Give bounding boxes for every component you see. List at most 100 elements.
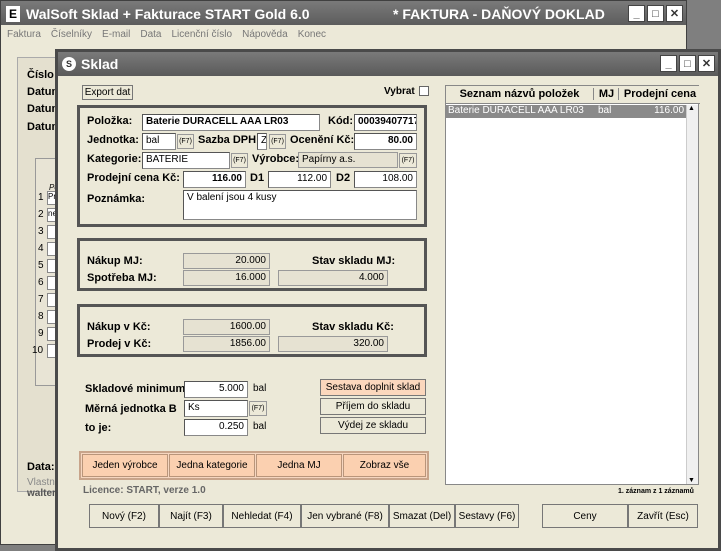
spotreba-mj-value: 16.000 <box>183 270 270 286</box>
sestava-doplnit-button[interactable]: Sestava doplnit sklad <box>320 379 426 396</box>
back-row-number: 10 <box>32 345 44 356</box>
menu-licence[interactable]: Licenční číslo <box>172 29 233 40</box>
ceny-button[interactable]: Ceny <box>542 504 628 528</box>
jen-vybrane-button[interactable]: Jen vybrané (F8) <box>301 504 389 528</box>
close-icon[interactable]: ✕ <box>666 5 683 22</box>
list-header: Seznam názvů položek MJ Prodejní cena <box>446 86 700 104</box>
filter-mj-button[interactable]: Jedna MJ <box>256 454 342 477</box>
back-window-title: WalSoft Sklad + Fakturace START Gold 6.0 <box>26 6 310 22</box>
menu-email[interactable]: E-mail <box>102 29 130 40</box>
back-row-number: 4 <box>38 243 44 254</box>
vydej-button[interactable]: Výdej ze skladu <box>320 417 426 434</box>
novy-button[interactable]: Nový (F2) <box>89 504 159 528</box>
mj-panel: Nákup MJ: 20.000 Spotřeba MJ: 16.000 Sta… <box>77 238 427 291</box>
minimum-label: Skladové minimum: <box>85 383 189 395</box>
back-row-number: 5 <box>38 260 44 271</box>
filter-vse-button[interactable]: Zobraz vše <box>343 454 426 477</box>
toje-unit: bal <box>253 421 267 432</box>
jednotka-input[interactable]: bal <box>142 133 176 150</box>
d1-label: D1 <box>250 172 265 184</box>
sklad-minimize-icon[interactable]: _ <box>660 55 677 72</box>
poznamka-input[interactable]: V balení jsou 4 kusy <box>183 190 417 220</box>
item-list[interactable]: Seznam názvů položek MJ Prodejní cena Ba… <box>445 85 700 485</box>
table-row[interactable]: Baterie DURACELL AAA LR03 bal 116.00 <box>446 105 686 118</box>
dph-input[interactable]: Z <box>257 133 267 150</box>
minimum-input[interactable]: 5.000 <box>184 381 248 398</box>
vyrobce-input[interactable]: Papírny a.s. <box>298 152 398 168</box>
polozka-input[interactable]: Baterie DURACELL AAA LR03 <box>142 114 320 131</box>
sklad-close-icon[interactable]: ✕ <box>698 55 715 72</box>
back-row-number: 6 <box>38 277 44 288</box>
sestavy-button[interactable]: Sestavy (F6) <box>455 504 519 528</box>
najit-button[interactable]: Najít (F3) <box>159 504 223 528</box>
vybrat-checkbox[interactable] <box>419 86 429 96</box>
merna-input[interactable]: Ks <box>184 400 248 417</box>
menu-faktura[interactable]: Faktura <box>7 29 41 40</box>
back-row-number: 8 <box>38 311 44 322</box>
menu-data[interactable]: Data <box>140 29 161 40</box>
nakup-mj-value: 20.000 <box>183 253 270 269</box>
nehledat-button[interactable]: Nehledat (F4) <box>223 504 301 528</box>
d2-input[interactable]: 108.00 <box>354 171 417 188</box>
scroll-up-icon[interactable]: ▲ <box>688 105 695 112</box>
filter-kategorie-button[interactable]: Jedna kategorie <box>169 454 255 477</box>
toje-label: to je: <box>85 422 112 434</box>
item-panel: Položka: Baterie DURACELL AAA LR03 Kód: … <box>77 105 427 227</box>
stav-kc-label: Stav skladu Kč: <box>312 321 394 333</box>
prijem-button[interactable]: Příjem do skladu <box>320 398 426 415</box>
filter-vyrobce-button[interactable]: Jeden výrobce <box>82 454 168 477</box>
jednotka-f7-button[interactable]: (F7) <box>177 134 194 149</box>
vyrobce-f7-button[interactable]: (F7) <box>399 153 417 168</box>
kod-input[interactable]: 00039407717 <box>354 114 417 131</box>
export-button[interactable]: Export dat <box>82 85 133 100</box>
row-price: 116.00 <box>654 105 684 116</box>
back-row-number: 7 <box>38 294 44 305</box>
d2-label: D2 <box>336 172 351 184</box>
back-row-number: 9 <box>38 328 44 339</box>
scroll-down-icon[interactable]: ▼ <box>688 477 695 484</box>
minimum-unit: bal <box>253 383 267 394</box>
back-row-number: 1 <box>38 192 44 203</box>
kategorie-input[interactable]: BATERIE <box>142 152 230 169</box>
oceneni-input[interactable]: 80.00 <box>354 133 417 150</box>
zavrit-button[interactable]: Zavřít (Esc) <box>628 504 698 528</box>
smazat-button[interactable]: Smazat (Del) <box>389 504 455 528</box>
prodej-kc-value: 1856.00 <box>183 336 270 352</box>
vybrat-label: Vybrat <box>384 86 415 97</box>
list-col-name[interactable]: Seznam názvů položek <box>446 88 594 100</box>
d1-input[interactable]: 112.00 <box>268 171 331 188</box>
back-row-number: 2 <box>38 209 44 220</box>
stav-mj-value: 4.000 <box>278 270 388 286</box>
maximize-icon[interactable]: □ <box>647 5 664 22</box>
merna-f7-button[interactable]: (F7) <box>249 401 267 416</box>
oceneni-label: Ocenění Kč: <box>290 134 355 146</box>
nakup-mj-label: Nákup MJ: <box>87 255 143 267</box>
nakup-kc-label: Nákup v Kč: <box>87 321 151 333</box>
toje-input[interactable]: 0.250 <box>184 419 248 436</box>
sklad-titlebar: S Sklad _ □ ✕ <box>58 52 718 76</box>
kategorie-f7-button[interactable]: (F7) <box>231 153 248 168</box>
poznamka-label: Poznámka: <box>87 193 146 205</box>
menu-ciselniky[interactable]: Číselníky <box>51 29 92 40</box>
prodej-kc-label: Prodej v Kč: <box>87 338 152 350</box>
spotreba-mj-label: Spotřeba MJ: <box>87 272 157 284</box>
app-logo-icon: E <box>6 6 20 22</box>
back-window-subtitle: * FAKTURA - DAŇOVÝ DOKLAD <box>393 6 605 22</box>
prodejni-s-input[interactable]: 116.00 <box>183 171 246 188</box>
back-row-number: 3 <box>38 226 44 237</box>
dph-f7-button[interactable]: (F7) <box>269 134 286 149</box>
list-scrollbar[interactable]: ▲ ▼ <box>686 105 698 484</box>
sklad-maximize-icon[interactable]: □ <box>679 55 696 72</box>
menu-konec[interactable]: Konec <box>298 29 326 40</box>
list-col-mj[interactable]: MJ <box>595 88 619 100</box>
sklad-title: Sklad <box>81 56 119 72</box>
minimize-icon[interactable]: _ <box>628 5 645 22</box>
dph-label: Sazba DPH: <box>198 134 260 146</box>
list-col-price[interactable]: Prodejní cena <box>620 88 700 100</box>
back-window-titlebar: E WalSoft Sklad + Fakturace START Gold 6… <box>1 1 686 27</box>
row-mj: bal <box>598 105 612 116</box>
polozka-label: Položka: <box>87 115 133 127</box>
menu-napoveda[interactable]: Nápověda <box>242 29 288 40</box>
sklad-logo-icon: S <box>62 57 76 71</box>
stav-kc-value: 320.00 <box>278 336 388 352</box>
